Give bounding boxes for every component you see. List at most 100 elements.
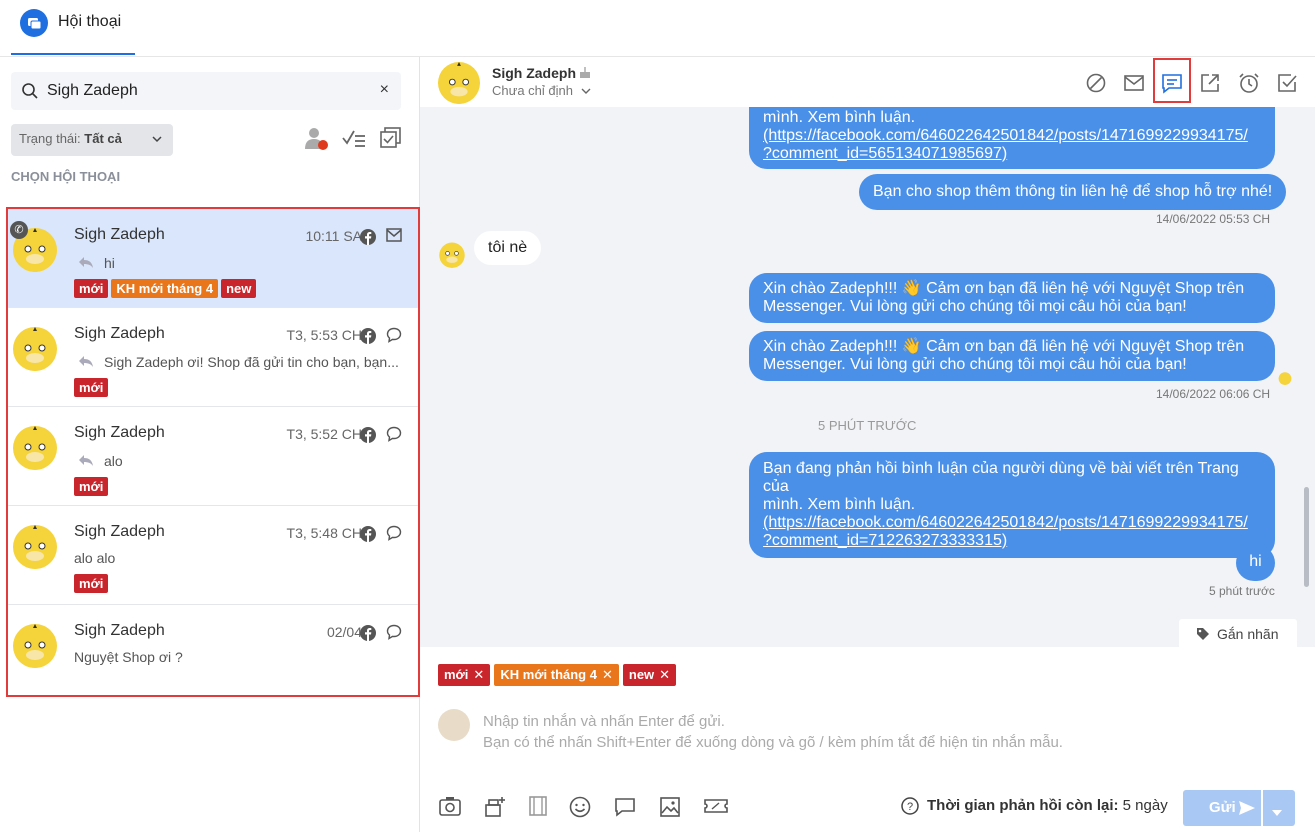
external-link-icon[interactable] [1198,71,1222,95]
birthday-icon [578,65,592,84]
reply-icon [78,453,94,469]
user-status-icon[interactable] [304,127,330,156]
divider [1261,790,1263,826]
product-icon[interactable] [483,795,507,824]
check-square-icon[interactable] [1275,71,1299,95]
last-message-text: alo alo [74,550,116,566]
svg-text:?: ? [907,801,913,813]
scrollbar[interactable] [1304,487,1309,587]
avatar [13,327,57,371]
message-text: Bạn đang phản hồi bình luận của người dù… [763,460,1239,495]
last-message-text: Nguyệt Shop ơi ? [74,649,183,665]
status-filter-value: Tất cả [84,131,122,146]
chat-panel: Sigh Zadeph Chưa chỉ định mình. Xem bình… [420,57,1315,832]
last-message-text: alo [104,453,123,469]
block-icon[interactable] [1084,71,1108,95]
chevron-down-icon[interactable] [1271,804,1283,821]
status-filter-label: Trạng thái: [19,131,81,146]
conversation-item[interactable]: Sigh Zadeph T3, 5:48 CH alo alo mới [8,506,418,605]
conversation-item[interactable]: Sigh Zadeph T3, 5:53 CH Sigh Zadeph ơi! … [8,308,418,407]
message-text: mình. Xem bình luận. [763,109,916,126]
conversation-time: 02/04 [326,624,362,640]
conversation-time: T3, 5:48 CH [286,525,362,541]
message-bubble: hi [1236,545,1275,581]
avatar [13,525,57,569]
help-icon[interactable]: ? [901,797,919,819]
conversation-time: T3, 5:53 CH [286,327,362,343]
conversation-time: 10:11 SA [305,228,362,244]
remove-tag-icon[interactable]: ✕ [659,667,670,682]
message-bubble: Xin chào Zadeph!!! 👋 Cảm ơn bạn đã liên … [749,273,1275,323]
message-text: tôi nè [488,239,528,256]
message-text: Messenger. Vui lòng gửi cho chúng tôi mọ… [763,298,1187,315]
last-message-text: hi [104,255,115,271]
select-all-icon[interactable] [380,127,402,154]
app-title: Hội thoại [58,13,122,30]
message-link[interactable]: ?comment_id=565134071985697) [763,145,1007,162]
search-input[interactable] [47,72,367,110]
comment-icon [386,327,402,348]
speech-icon[interactable] [613,795,637,824]
message-text: Xin chào Zadeph!!! 👋 Cảm ơn bạn đã liên … [763,280,1245,297]
facebook-icon [360,427,376,448]
tag-icon [1196,627,1210,644]
facebook-icon [360,328,376,349]
tag-list: mới KH mới tháng 4 new [74,279,259,298]
reply-icon [78,255,94,271]
avatar[interactable] [438,62,480,104]
add-label-button[interactable]: Gắn nhãn [1179,619,1297,647]
last-message-text: Sigh Zadeph ơi! Shop đã gửi tin cho bạn,… [104,354,399,370]
chevron-down-icon [151,133,163,148]
conversation-item[interactable]: Sigh Zadeph T3, 5:52 CH alo mới [8,407,418,506]
last-message: alo [74,453,404,469]
message-timestamp: 5 phút trước [1209,584,1275,598]
conversation-name: Sigh Zadeph [74,523,165,540]
status-filter-dropdown[interactable]: Trạng thái: Tất cả [11,124,173,156]
send-button[interactable]: Gửi [1183,790,1295,826]
emoji-icon[interactable] [568,795,592,824]
highlight-box [1153,58,1191,103]
tag: mới [74,279,109,298]
conversation-item[interactable]: ✆ Sigh Zadeph 10:11 SA hi mới KH mới thán… [8,209,418,308]
tag: mới [74,574,109,593]
contact-name[interactable]: Sigh Zadeph [492,65,576,81]
camera-icon[interactable] [438,795,462,822]
tab-conversations[interactable]: Hội thoại [11,0,135,55]
checklist-icon[interactable] [341,127,367,154]
search-icon [21,82,39,105]
remove-tag-icon[interactable]: ✕ [602,667,613,682]
remove-tag-icon[interactable]: ✕ [473,667,484,682]
comment-icon [386,624,402,645]
mail-icon [386,228,402,247]
seen-avatar [1278,371,1292,385]
send-icon [1238,800,1256,820]
message-link[interactable]: (https://facebook.com/646022642501842/po… [763,514,1248,531]
assignee-dropdown[interactable]: Chưa chỉ định [492,83,591,98]
reply-icon [78,354,94,370]
composer-tag: new ✕ [622,664,677,686]
message-text: Xin chào Zadeph!!! 👋 Cảm ơn bạn đã liên … [763,338,1245,355]
tag: mới [74,477,109,496]
facebook-icon [360,526,376,547]
reply-time-value: 5 ngày [1122,797,1168,814]
alarm-icon[interactable] [1237,71,1261,95]
clear-search-icon[interactable]: × [380,81,389,99]
conversation-list: ✆ Sigh Zadeph 10:11 SA hi mới KH mới thán… [6,207,420,697]
message-link[interactable]: (https://facebook.com/646022642501842/po… [763,127,1248,144]
message-text: Bạn cho shop thêm thông tin liên hệ để s… [873,183,1273,200]
image-icon[interactable] [658,795,682,824]
composer-tag-label: KH mới tháng 4 [500,667,597,682]
composer-tag: mới ✕ [438,664,491,686]
mail-icon[interactable] [1122,71,1146,95]
message-link[interactable]: ?comment_id=712263273333315) [763,532,1007,549]
conversation-item[interactable]: Sigh Zadeph 02/04 Nguyệt Shop ơi ? [8,605,418,695]
chat-header: Sigh Zadeph Chưa chỉ định [420,57,1315,107]
message-bubble: mình. Xem bình luận. (https://facebook.c… [749,107,1275,169]
assignee-label: Chưa chỉ định [492,83,573,98]
comment-icon [386,525,402,546]
message-text: Messenger. Vui lòng gửi cho chúng tôi mọ… [763,356,1187,373]
section-title: CHỌN HỘI THOẠI [11,169,121,184]
video-icon[interactable] [527,795,549,822]
message-input[interactable]: Nhập tin nhắn và nhấn Enter để gửi. Bạn … [483,711,1063,753]
coupon-icon[interactable] [703,795,729,822]
